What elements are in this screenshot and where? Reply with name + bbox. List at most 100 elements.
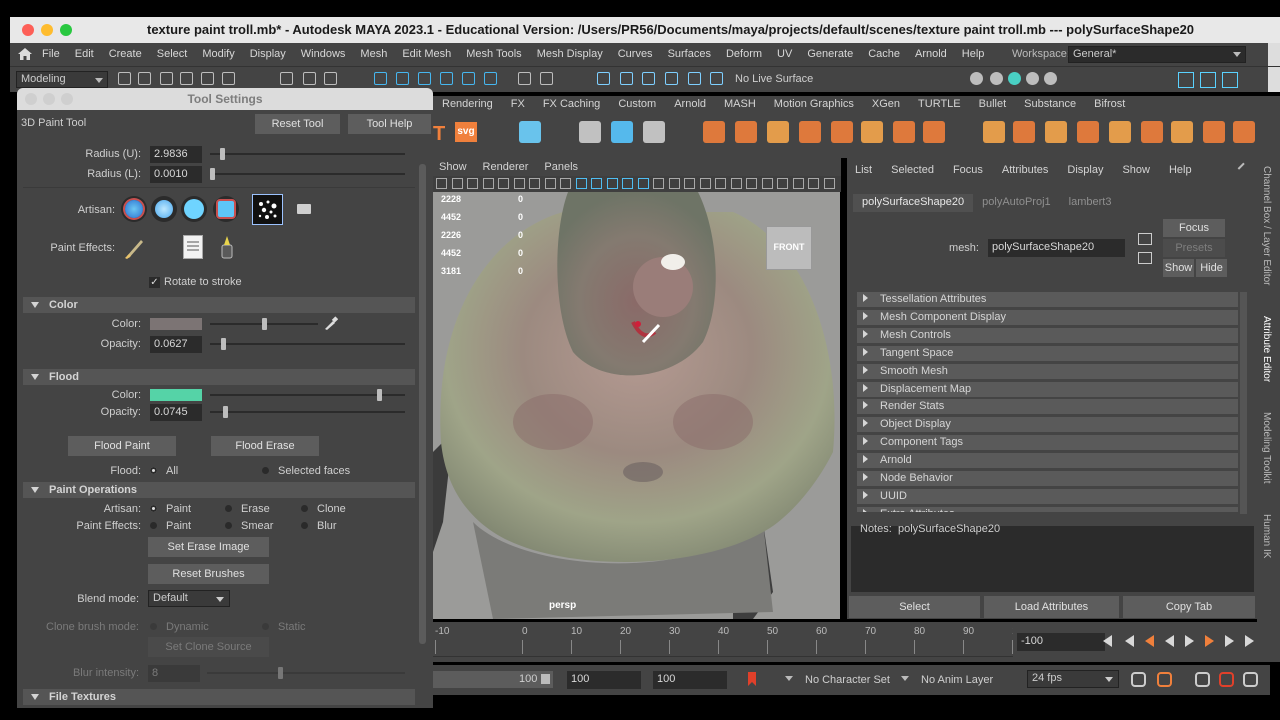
shelf-tab-fx[interactable]: FX bbox=[511, 98, 525, 110]
shelf-tool-icon-11[interactable] bbox=[893, 121, 915, 143]
layout-two-icon[interactable] bbox=[1222, 72, 1238, 88]
channel-box-tab[interactable]: Channel Box / Layer Editor bbox=[1261, 166, 1272, 286]
paint-bucket-icon[interactable] bbox=[217, 235, 237, 259]
viewport-tool-icon-12[interactable] bbox=[606, 178, 618, 189]
shelf-tab-fx-caching[interactable]: FX Caching bbox=[543, 98, 600, 110]
cache-icon[interactable] bbox=[1157, 672, 1172, 687]
ae-select-button[interactable]: Select bbox=[849, 596, 980, 618]
menu-arnold[interactable]: Arnold bbox=[915, 48, 947, 60]
settings-icon[interactable] bbox=[1243, 672, 1258, 687]
modeling-toolkit-tab[interactable]: Modeling Toolkit bbox=[1261, 412, 1272, 484]
shelf-tool-icon-10[interactable] bbox=[861, 121, 883, 143]
brush-custom-icon[interactable] bbox=[252, 194, 283, 225]
shelf-tab-xgen[interactable]: XGen bbox=[872, 98, 900, 110]
color-opacity-field[interactable]: 0.0627 bbox=[150, 336, 202, 353]
viewport-tool-icon-19[interactable] bbox=[715, 178, 726, 189]
paint-brush-icon[interactable] bbox=[123, 236, 147, 260]
status-tool-icon-5[interactable] bbox=[201, 72, 214, 85]
status-tool-icon-22[interactable] bbox=[688, 72, 701, 85]
shelf-tool-icon-12[interactable] bbox=[923, 121, 945, 143]
workspace-dropdown[interactable]: General* bbox=[1068, 46, 1246, 63]
menu-windows[interactable]: Windows bbox=[301, 48, 346, 60]
shelf-tool-icon-18[interactable] bbox=[1141, 121, 1163, 143]
render-icon-4[interactable] bbox=[1026, 72, 1039, 85]
viewport-tool-icon-1[interactable] bbox=[436, 178, 447, 189]
status-tool-icon-2[interactable] bbox=[138, 72, 151, 85]
folder-icon[interactable] bbox=[297, 204, 311, 214]
viewport-tool-icon-20[interactable] bbox=[730, 178, 742, 189]
copy-tab-button[interactable]: Copy Tab bbox=[1123, 596, 1255, 618]
flood-opacity-field[interactable]: 0.0745 bbox=[150, 404, 202, 421]
svg-tool-icon[interactable]: svg bbox=[455, 122, 477, 142]
shelf-tab-turtle[interactable]: TURTLE bbox=[918, 98, 961, 110]
flood-color-slider[interactable] bbox=[210, 394, 405, 396]
viewport-tool-icon-11[interactable] bbox=[591, 178, 602, 189]
pe-blur-radio[interactable] bbox=[301, 522, 308, 529]
shelf-tool-icon-21[interactable] bbox=[1233, 121, 1255, 143]
radius-l-slider[interactable] bbox=[210, 173, 405, 175]
load-attributes-button[interactable]: Load Attributes bbox=[984, 596, 1119, 618]
render-icon-5[interactable] bbox=[1044, 72, 1057, 85]
menu-edit-mesh[interactable]: Edit Mesh bbox=[402, 48, 451, 60]
shelf-tool-icon-5[interactable] bbox=[703, 121, 725, 143]
ae-menu-selected[interactable]: Selected bbox=[891, 164, 934, 176]
ae-section-extra-attributes[interactable]: Extra Attributes bbox=[857, 506, 1238, 512]
brush-soft-icon[interactable] bbox=[121, 196, 147, 222]
tool-settings-scrollbar[interactable] bbox=[419, 164, 426, 644]
shelf-tab-rendering[interactable]: Rendering bbox=[442, 98, 493, 110]
viewport-tool-icon-18[interactable] bbox=[699, 178, 711, 189]
status-tool-icon-12[interactable] bbox=[418, 72, 431, 85]
ae-section-node-behavior[interactable]: Node Behavior bbox=[857, 471, 1238, 486]
viewport-tool-icon-14[interactable] bbox=[637, 178, 649, 189]
menu-uv[interactable]: UV bbox=[777, 48, 792, 60]
range-slider[interactable]: 100 bbox=[433, 671, 553, 688]
blur-intensity-slider-handle[interactable] bbox=[278, 667, 283, 679]
window-scrollbar-2[interactable] bbox=[1268, 67, 1280, 92]
viewport-tool-icon-17[interactable] bbox=[684, 178, 695, 189]
set-clone-source-button[interactable]: Set Clone Source bbox=[148, 637, 269, 657]
brush-solid-icon[interactable] bbox=[181, 196, 207, 222]
step-forward-key-icon[interactable] bbox=[1225, 635, 1234, 647]
go-end-icon[interactable] bbox=[1245, 635, 1254, 647]
panel-close-button[interactable] bbox=[25, 93, 37, 105]
tool-help-button[interactable]: Tool Help bbox=[348, 114, 431, 134]
viewport-tool-icon-4[interactable] bbox=[482, 178, 494, 189]
viewport-tool-icon-9[interactable] bbox=[560, 178, 571, 189]
status-tool-icon-7[interactable] bbox=[280, 72, 293, 85]
mesh-name-field[interactable]: polySurfaceShape20 bbox=[988, 239, 1125, 257]
status-tool-icon-8[interactable] bbox=[303, 72, 316, 85]
panel-zoom-button[interactable] bbox=[61, 93, 73, 105]
menu-mesh[interactable]: Mesh bbox=[360, 48, 387, 60]
eyedropper-icon[interactable] bbox=[324, 316, 339, 330]
range-end-field[interactable]: 100 bbox=[653, 671, 727, 689]
color-opacity-slider-handle[interactable] bbox=[221, 338, 227, 350]
status-tool-icon-10[interactable] bbox=[374, 72, 387, 85]
reset-brushes-button[interactable]: Reset Brushes bbox=[148, 564, 269, 584]
menu-deform[interactable]: Deform bbox=[726, 48, 762, 60]
blur-intensity-field[interactable]: 8 bbox=[148, 665, 200, 682]
mode-dropdown[interactable]: Modeling bbox=[16, 71, 108, 88]
range-slider-handle[interactable] bbox=[541, 674, 550, 684]
presets-button[interactable]: Presets bbox=[1163, 239, 1225, 257]
viewport-tool-icon-8[interactable] bbox=[544, 178, 556, 189]
layout-single-icon[interactable] bbox=[1178, 72, 1194, 88]
radius-u-slider-handle[interactable] bbox=[219, 148, 225, 160]
shelf-tab-motion-graphics[interactable]: Motion Graphics bbox=[774, 98, 854, 110]
viewport-tool-icon-16[interactable] bbox=[668, 178, 680, 189]
focus-button[interactable]: Focus bbox=[1163, 219, 1225, 237]
menu-help[interactable]: Help bbox=[962, 48, 985, 60]
ae-menu-list[interactable]: List bbox=[855, 164, 872, 176]
flood-section-header[interactable]: Flood bbox=[23, 369, 415, 385]
menu-display[interactable]: Display bbox=[250, 48, 286, 60]
window-scrollbar[interactable] bbox=[1268, 43, 1280, 66]
ae-section-tessellation-attributes[interactable]: Tessellation Attributes bbox=[857, 292, 1238, 307]
op-erase-radio[interactable] bbox=[225, 505, 232, 512]
color-value-slider-handle[interactable] bbox=[261, 318, 267, 330]
output-node-icon[interactable] bbox=[1138, 252, 1152, 264]
color-opacity-slider[interactable] bbox=[210, 343, 405, 345]
color-section-header[interactable]: Color bbox=[23, 297, 415, 313]
shelf-tool-icon-7[interactable] bbox=[767, 121, 789, 143]
status-tool-icon-9[interactable] bbox=[324, 72, 337, 85]
shelf-tab-arnold[interactable]: Arnold bbox=[674, 98, 706, 110]
brush-square-icon[interactable] bbox=[213, 196, 239, 222]
